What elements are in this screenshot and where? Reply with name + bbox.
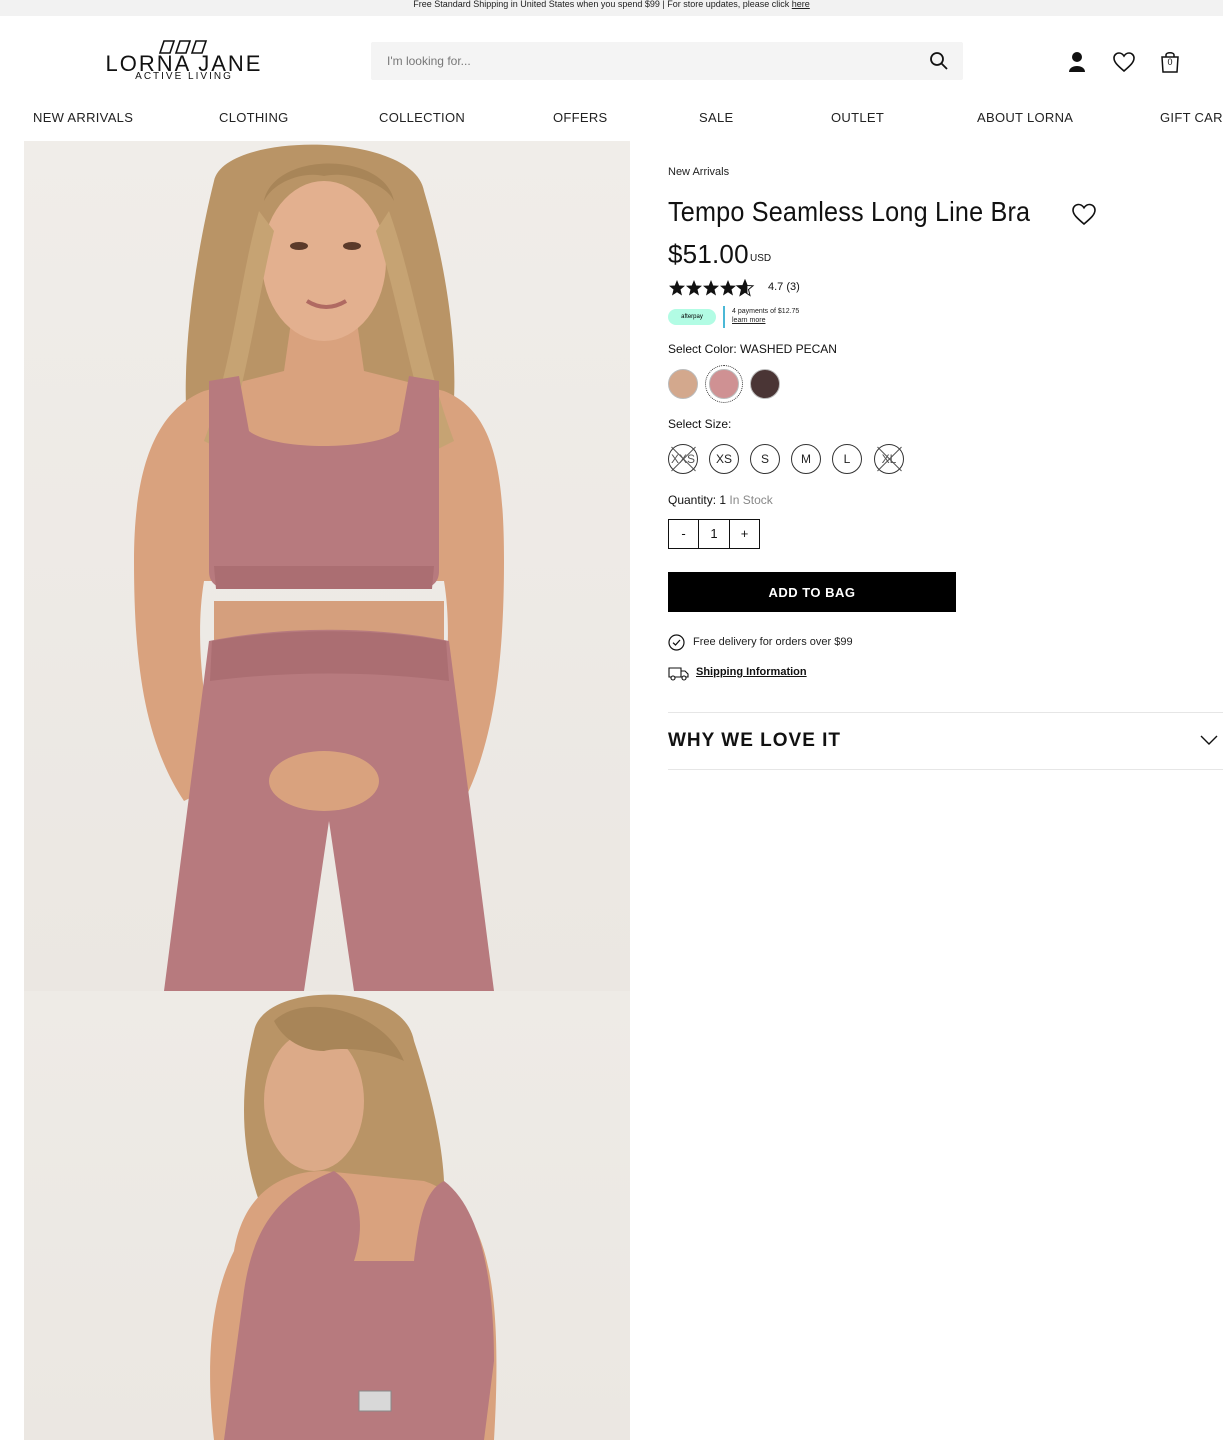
color-label-row: Select Color: WASHED PECAN [668,342,837,356]
shipping-information-link[interactable]: Shipping Information [696,666,807,678]
product-title: Tempo Seamless Long Line Bra [668,196,1031,227]
nav-offers[interactable]: OFFERS [553,110,608,125]
quantity-increase-button[interactable]: + [729,519,760,549]
product-image-front[interactable] [24,141,630,991]
model-front-illustration [134,144,504,991]
search-input[interactable] [371,42,911,80]
product-image-back[interactable] [24,991,630,1440]
search-bar [371,42,963,80]
nav-gift-cards[interactable]: GIFT CARDS [1160,110,1223,125]
afterpay-badge: afterpay [668,309,716,325]
afterpay-info: 4 payments of $12.75 learn more [732,307,799,325]
color-swatch-dark-brown[interactable] [750,369,780,399]
accordion-title: WHY WE LOVE IT [668,730,842,751]
rating-text[interactable]: 4.7 (3) [768,281,800,293]
color-swatch-tan[interactable] [668,369,698,399]
color-label: Select Color: [668,342,737,356]
rating-stars-icon [669,279,755,297]
model-back-illustration [210,994,497,1440]
nav-clothing[interactable]: CLOTHING [219,110,289,125]
quantity-label: Quantity: [668,493,717,507]
bag-button[interactable]: 0 [1159,50,1183,74]
chevron-down-icon [1200,735,1218,745]
size-option-m[interactable]: M [791,444,821,474]
promo-text: Free Standard Shipping in United States … [413,0,790,9]
promo-link[interactable]: here [792,0,810,9]
color-swatch-washed-pecan[interactable] [705,365,743,403]
add-to-wishlist-icon[interactable] [1071,202,1097,226]
main-nav: NEW ARRIVALS CLOTHING COLLECTION OFFERS … [0,106,1223,130]
quantity-row: Quantity: 1 In Stock [668,493,773,507]
size-option-xs[interactable]: XS [709,444,739,474]
nav-collection[interactable]: COLLECTION [379,110,465,125]
promo-bar: Free Standard Shipping in United States … [0,0,1223,16]
add-to-bag-button[interactable]: ADD TO BAG [668,572,956,612]
afterpay-installments: 4 payments of $12.75 [732,308,800,315]
product-price: $51.00 [668,239,749,269]
size-option-xxs[interactable]: XXS [668,444,698,474]
nav-outlet[interactable]: OUTLET [831,110,884,125]
breadcrumb[interactable]: New Arrivals [668,166,729,178]
quantity-decrease-button[interactable]: - [668,519,699,549]
delivery-truck-icon [668,667,689,681]
size-option-l[interactable]: L [832,444,862,474]
wishlist-icon[interactable] [1112,50,1136,74]
why-we-love-it-accordion[interactable]: WHY WE LOVE IT [668,712,1223,770]
nav-about-lorna[interactable]: ABOUT LORNA [977,110,1073,125]
quantity-input[interactable]: 1 [698,519,730,549]
bag-count: 0 [1167,57,1173,67]
stock-status: In Stock [729,493,773,507]
quantity-value-text: 1 [719,493,727,507]
price-currency: USD [750,253,772,264]
nav-sale[interactable]: SALE [699,110,733,125]
size-label: Select Size: [668,417,732,431]
check-circle-icon [668,634,685,651]
afterpay-learn-more[interactable]: learn more [732,316,799,325]
free-delivery-text: Free delivery for orders over $99 [693,636,853,648]
search-icon[interactable] [929,51,949,71]
afterpay-divider [723,306,725,328]
site-header: LORNA JANE ACTIVE LIVING 0 [0,16,1223,100]
account-icon[interactable] [1065,50,1089,74]
color-value: WASHED PECAN [740,342,837,356]
logo[interactable]: LORNA JANE ACTIVE LIVING [96,40,272,84]
size-option-s[interactable]: S [750,444,780,474]
nav-new-arrivals[interactable]: NEW ARRIVALS [33,110,133,125]
size-option-xl[interactable]: XL [874,444,904,474]
